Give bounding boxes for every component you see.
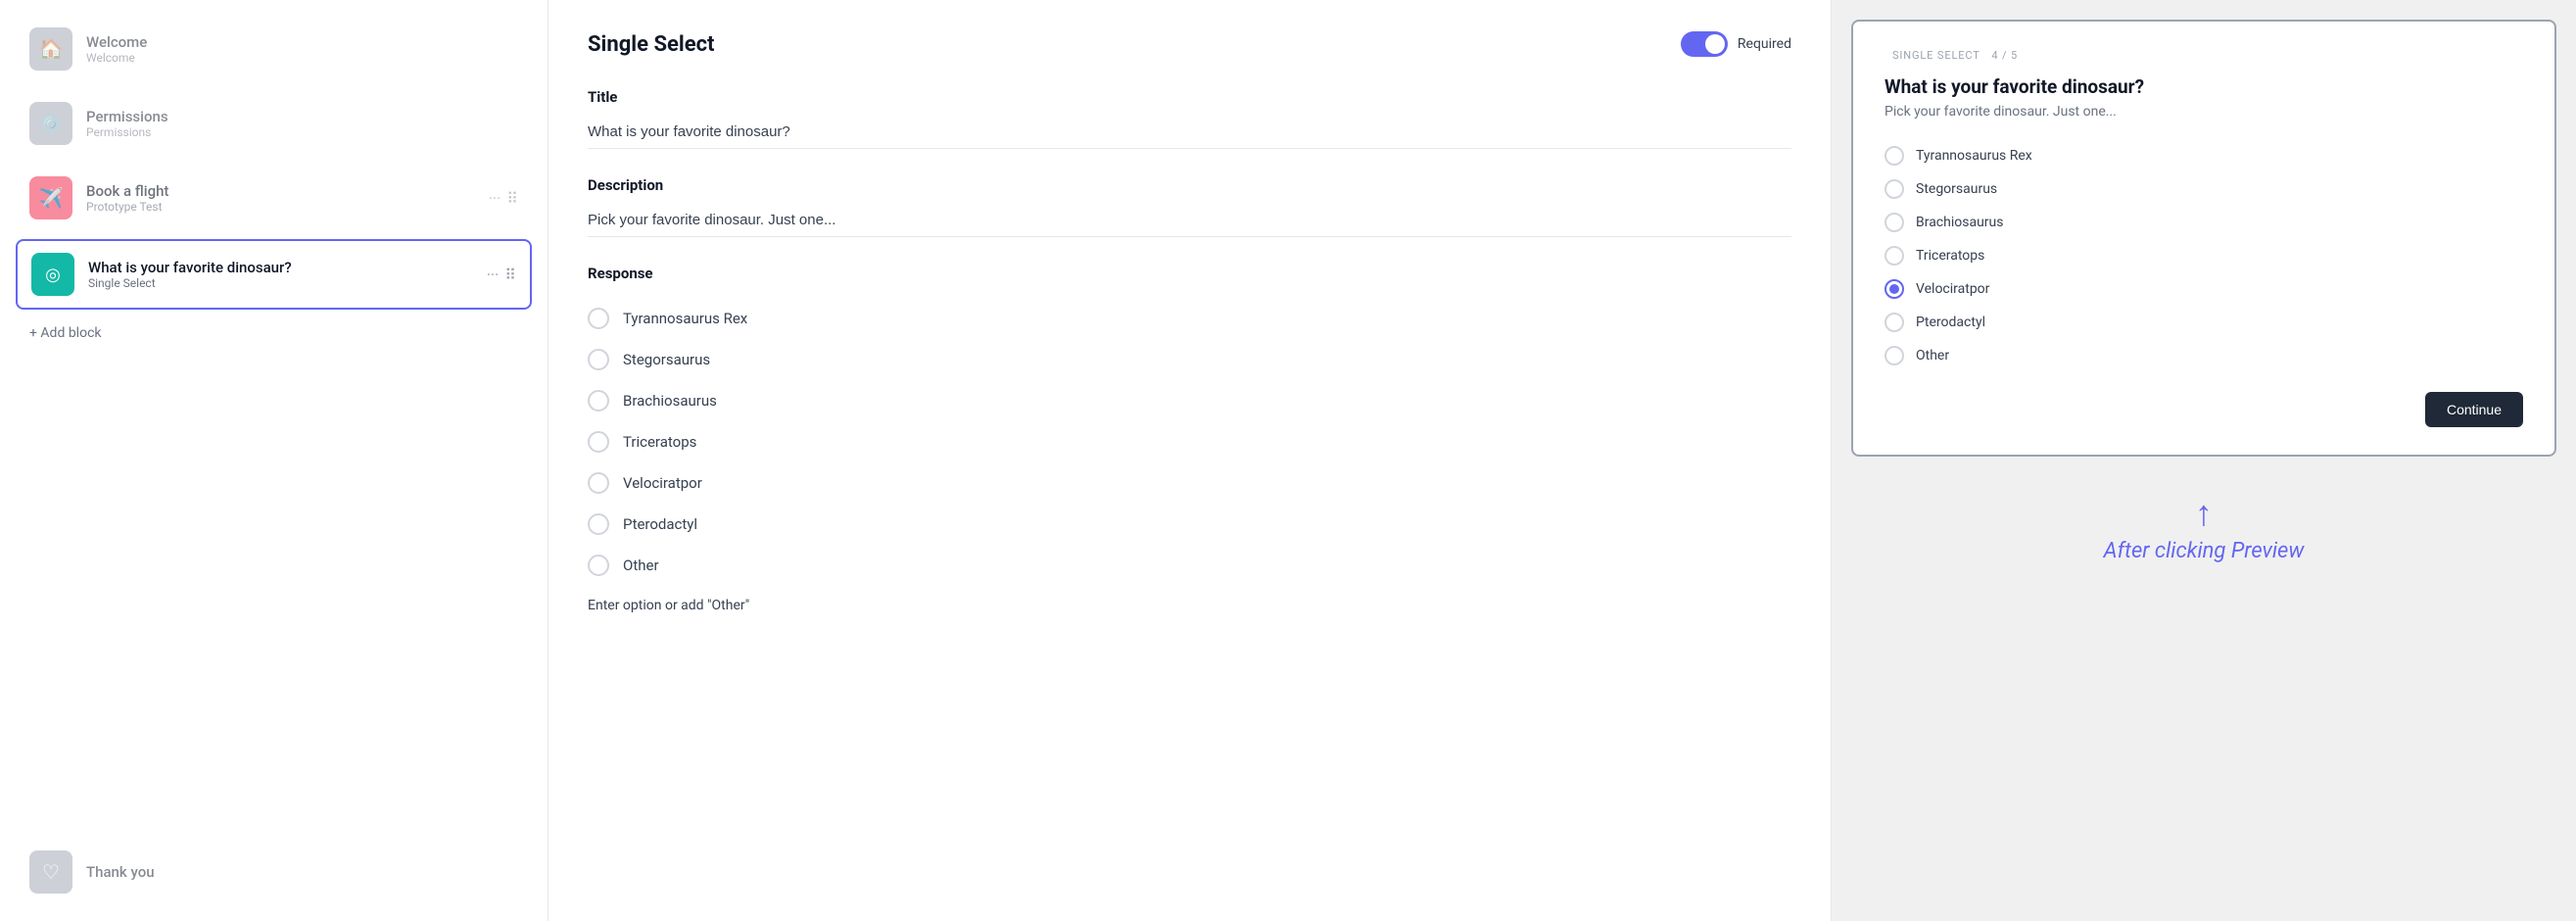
more-icon[interactable]: ··· <box>489 189 501 208</box>
option-label-tyrannosaurus: Tyrannosaurus Rex <box>623 310 747 327</box>
sidebar-item-thank-you[interactable]: ♡ Thank you <box>16 839 532 905</box>
sidebar: 🏠 Welcome Welcome ⚙️ Permissions Permiss… <box>0 0 549 921</box>
option-label-velociratpor: Velociratpor <box>623 474 702 492</box>
option-tyrannosaurus[interactable]: Tyrannosaurus Rex <box>588 298 1791 339</box>
add-block-button[interactable]: + Add block <box>16 317 532 349</box>
required-toggle-switch[interactable] <box>1681 31 1728 57</box>
preview-question: What is your favorite dinosaur? <box>1884 75 2523 98</box>
response-section: Response Tyrannosaurus Rex Stegorsaurus … <box>588 265 1791 613</box>
preview-option-label-brachiosaurus: Brachiosaurus <box>1916 215 2003 230</box>
preview-option-stegorsaurus[interactable]: Stegorsaurus <box>1884 172 2523 206</box>
preview-description: Pick your favorite dinosaur. Just one... <box>1884 104 2523 120</box>
preview-radio-tyrannosaurus <box>1884 146 1904 166</box>
preview-option-label-velociratpor: Velociratpor <box>1916 281 1989 297</box>
preview-option-other[interactable]: Other <box>1884 339 2523 372</box>
enter-option-link[interactable]: Enter option or add "Other" <box>588 598 1791 613</box>
option-label-other: Other <box>623 557 659 574</box>
sidebar-item-icon-permissions: ⚙️ <box>29 102 72 145</box>
sidebar-item-title-permissions: Permissions <box>86 108 518 125</box>
preview-caption: After clicking Preview <box>2104 539 2305 563</box>
description-input[interactable] <box>588 204 1791 237</box>
preview-option-triceratops[interactable]: Triceratops <box>1884 239 2523 272</box>
preview-option-label-other: Other <box>1916 348 1949 364</box>
option-triceratops[interactable]: Triceratops <box>588 421 1791 462</box>
preview-option-label-pterodactyl: Pterodactyl <box>1916 315 1985 330</box>
option-label-triceratops: Triceratops <box>623 433 696 451</box>
more-icon[interactable]: ··· <box>487 266 500 284</box>
preview-radio-pterodactyl <box>1884 313 1904 332</box>
preview-radio-triceratops <box>1884 246 1904 266</box>
sidebar-item-title-thank-you: Thank you <box>86 863 518 881</box>
page-title: Single Select <box>588 32 714 57</box>
preview-meta-label: SINGLE SELECT <box>1892 49 1980 62</box>
preview-option-label-stegorsaurus: Stegorsaurus <box>1916 181 1997 197</box>
radio-velociratpor <box>588 472 609 494</box>
sidebar-item-subtitle-welcome: Welcome <box>86 51 518 65</box>
option-pterodactyl[interactable]: Pterodactyl <box>588 504 1791 545</box>
preview-arrow-icon: ↑ <box>2195 496 2213 531</box>
sidebar-item-title-favorite-dino: What is your favorite dinosaur? <box>88 259 473 276</box>
option-label-brachiosaurus: Brachiosaurus <box>623 392 717 410</box>
option-brachiosaurus[interactable]: Brachiosaurus <box>588 380 1791 421</box>
preview-panel: SINGLE SELECT 4 / 5 What is your favorit… <box>1832 0 2576 921</box>
radio-stegorsaurus <box>588 349 609 370</box>
preview-radio-other <box>1884 346 1904 365</box>
option-label-pterodactyl: Pterodactyl <box>623 515 697 533</box>
required-toggle[interactable]: Required <box>1681 31 1791 57</box>
sidebar-item-subtitle-book-flight: Prototype Test <box>86 200 475 214</box>
drag-icon[interactable]: ⠿ <box>506 189 518 208</box>
preview-caption-italic: Preview <box>2231 539 2305 563</box>
main-content: Single Select Required Title Description… <box>549 0 1832 921</box>
enter-option-text: Enter option <box>588 598 661 613</box>
add-block-label: + Add block <box>29 325 102 341</box>
option-stegorsaurus[interactable]: Stegorsaurus <box>588 339 1791 380</box>
title-section: Title <box>588 88 1791 149</box>
radio-triceratops <box>588 431 609 453</box>
sidebar-item-book-flight[interactable]: ✈️ Book a flight Prototype Test ··· ⠿ <box>16 165 532 231</box>
main-header: Single Select Required <box>588 31 1791 57</box>
sidebar-item-subtitle-permissions: Permissions <box>86 125 518 139</box>
radio-brachiosaurus <box>588 390 609 412</box>
sidebar-item-title-welcome: Welcome <box>86 33 518 51</box>
preview-option-label-tyrannosaurus: Tyrannosaurus Rex <box>1916 148 2032 164</box>
preview-card: SINGLE SELECT 4 / 5 What is your favorit… <box>1851 20 2556 457</box>
sidebar-item-favorite-dino[interactable]: ◎ What is your favorite dinosaur? Single… <box>16 239 532 310</box>
sidebar-item-permissions[interactable]: ⚙️ Permissions Permissions <box>16 90 532 157</box>
continue-button[interactable]: Continue <box>2425 392 2523 427</box>
preview-continue-row: Continue <box>1884 392 2523 427</box>
preview-radio-velociratpor <box>1884 279 1904 299</box>
preview-label-row: ↑ After clicking Preview <box>1832 476 2576 583</box>
required-label: Required <box>1738 36 1791 52</box>
option-label-stegorsaurus: Stegorsaurus <box>623 351 710 368</box>
option-other[interactable]: Other <box>588 545 1791 586</box>
preview-option-pterodactyl[interactable]: Pterodactyl <box>1884 306 2523 339</box>
radio-tyrannosaurus <box>588 308 609 329</box>
preview-option-brachiosaurus[interactable]: Brachiosaurus <box>1884 206 2523 239</box>
sidebar-item-icon-favorite-dino: ◎ <box>31 253 74 296</box>
preview-radio-stegorsaurus <box>1884 179 1904 199</box>
sidebar-item-subtitle-favorite-dino: Single Select <box>88 276 473 290</box>
preview-caption-text: After clicking <box>2104 539 2231 563</box>
preview-radio-brachiosaurus <box>1884 213 1904 232</box>
sidebar-item-welcome[interactable]: 🏠 Welcome Welcome <box>16 16 532 82</box>
sidebar-item-icon-welcome: 🏠 <box>29 27 72 71</box>
preview-meta: SINGLE SELECT 4 / 5 <box>1884 49 2523 62</box>
preview-option-label-triceratops: Triceratops <box>1916 248 1984 264</box>
preview-meta-count: 4 / 5 <box>1991 49 2018 62</box>
sidebar-item-icon-thank-you: ♡ <box>29 850 72 894</box>
sidebar-item-icon-book-flight: ✈️ <box>29 176 72 219</box>
radio-pterodactyl <box>588 513 609 535</box>
preview-option-tyrannosaurus[interactable]: Tyrannosaurus Rex <box>1884 139 2523 172</box>
response-label: Response <box>588 265 1791 282</box>
description-label: Description <box>588 176 1791 194</box>
title-label: Title <box>588 88 1791 106</box>
sidebar-item-title-book-flight: Book a flight <box>86 182 475 200</box>
title-input[interactable] <box>588 116 1791 149</box>
add-other-text: or add "Other" <box>665 598 749 613</box>
drag-icon[interactable]: ⠿ <box>504 266 516 284</box>
description-section: Description <box>588 176 1791 237</box>
option-velociratpor[interactable]: Velociratpor <box>588 462 1791 504</box>
preview-option-velociratpor[interactable]: Velociratpor <box>1884 272 2523 306</box>
radio-other <box>588 555 609 576</box>
